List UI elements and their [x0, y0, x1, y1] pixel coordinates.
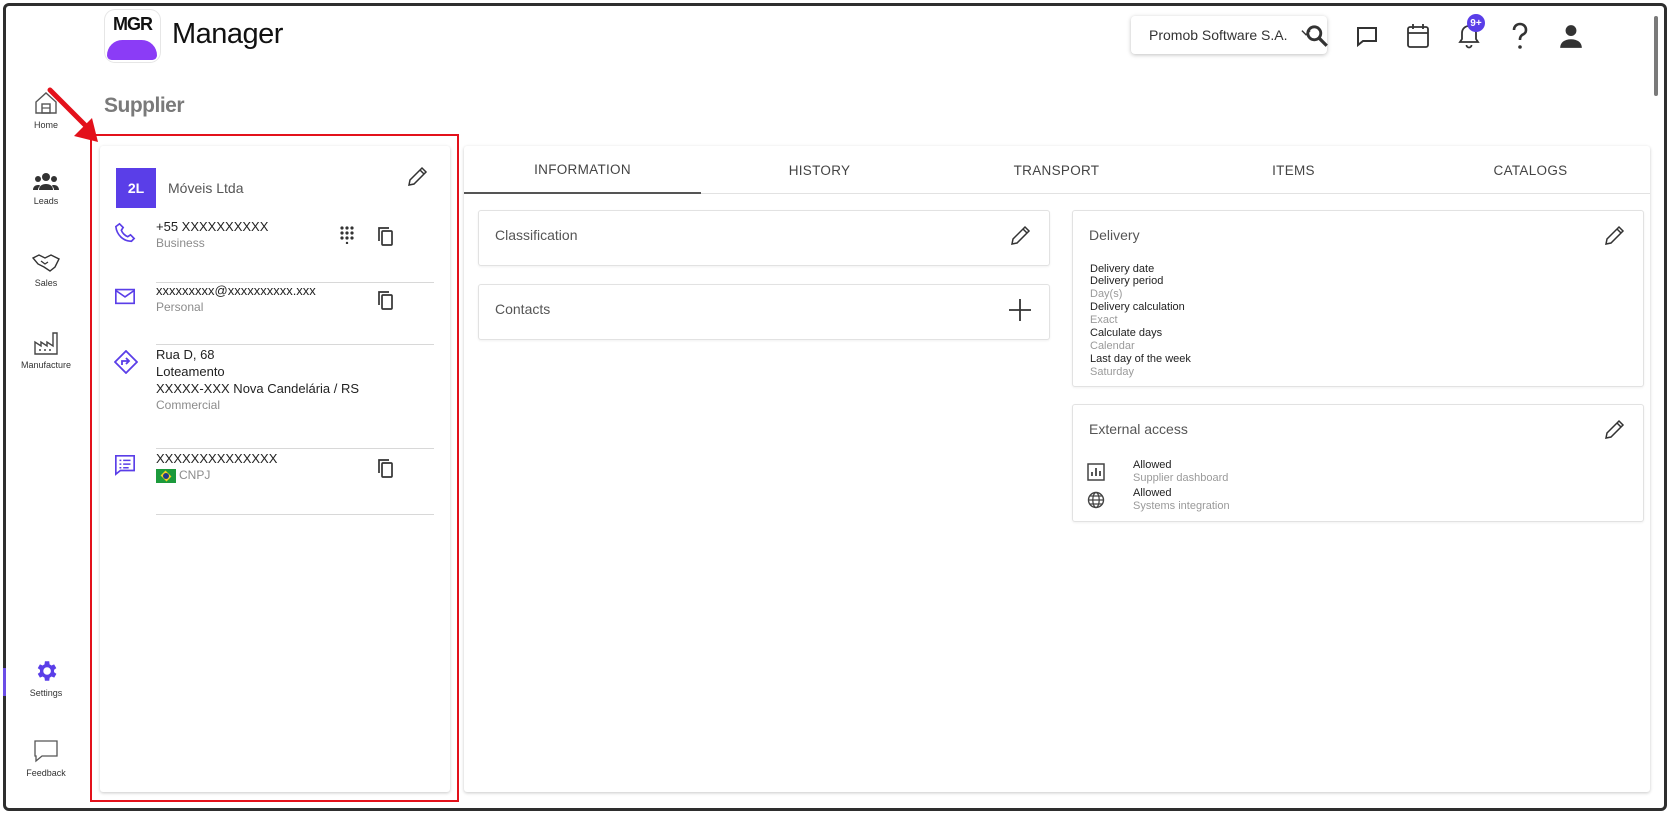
tab-history[interactable]: HISTORY — [701, 146, 938, 194]
field-label: Last day of the week — [1090, 353, 1191, 365]
company-selector[interactable]: Promob Software S.A. — [1131, 16, 1327, 54]
plus-icon — [1009, 299, 1031, 321]
notifications-badge: 9+ — [1467, 14, 1485, 32]
edit-external-access-button[interactable] — [1603, 417, 1627, 446]
access-status: Allowed — [1133, 459, 1172, 471]
handshake-icon — [32, 254, 60, 272]
section-title: Classification — [495, 227, 578, 243]
field-label: Calculate days — [1090, 327, 1163, 339]
sidebar-item-leads[interactable]: Leads — [18, 172, 74, 206]
user-icon — [1560, 25, 1582, 48]
sidebar-item-label: Settings — [29, 688, 63, 698]
access-label: Systems integration — [1133, 500, 1230, 512]
sidebar-item-label: Manufacture — [20, 360, 72, 370]
highlight-box — [90, 134, 459, 802]
tab-catalogs[interactable]: CATALOGS — [1412, 146, 1649, 194]
external-access-row-dashboard: Allowed Supplier dashboard — [1087, 459, 1487, 487]
sidebar-item-label: Sales — [34, 278, 58, 288]
field-value: Calendar — [1090, 340, 1135, 352]
pencil-icon — [1605, 419, 1625, 439]
search-button[interactable] — [1301, 20, 1333, 52]
field-value: Day(s) — [1090, 288, 1123, 300]
access-status: Allowed — [1133, 487, 1172, 499]
field-label: Delivery period — [1090, 275, 1164, 287]
tab-items[interactable]: ITEMS — [1175, 146, 1412, 194]
help-button[interactable] — [1504, 20, 1536, 52]
globe-icon — [1087, 491, 1105, 509]
help-icon — [1512, 22, 1528, 49]
sidebar-active-indicator — [3, 668, 6, 696]
pencil-icon — [1605, 225, 1625, 245]
section-title: Delivery — [1089, 227, 1140, 243]
notifications-button[interactable]: 9+ — [1453, 14, 1485, 52]
field-value: Saturday — [1090, 366, 1135, 378]
calendar-icon — [1407, 24, 1429, 48]
sidebar-item-label: Leads — [33, 196, 59, 206]
contacts-section: Contacts — [478, 284, 1050, 340]
field-value: Exact — [1090, 314, 1118, 326]
delivery-field-last-day: Last day of the week Saturday — [1090, 353, 1191, 379]
tab-bar: INFORMATION HISTORY TRANSPORT ITEMS CATA… — [464, 146, 1650, 194]
messages-button[interactable] — [1351, 20, 1383, 52]
factory-icon — [34, 332, 58, 355]
logo-text: MGR — [113, 14, 153, 34]
tab-information[interactable]: INFORMATION — [464, 146, 701, 194]
edit-classification-button[interactable] — [1009, 223, 1033, 252]
sidebar-item-manufacture[interactable]: Manufacture — [18, 330, 74, 370]
add-contact-button[interactable] — [1007, 297, 1033, 328]
section-title: External access — [1089, 421, 1188, 437]
app-name: Manager — [172, 18, 283, 50]
delivery-section: Delivery Delivery date Delivery period D… — [1072, 210, 1644, 387]
supplier-details-panel: INFORMATION HISTORY TRANSPORT ITEMS CATA… — [464, 146, 1650, 792]
arrow-annotation-icon — [47, 87, 98, 142]
chart-icon — [1087, 463, 1105, 481]
delivery-field-period: Delivery period Day(s) — [1090, 275, 1163, 301]
logo-wave — [107, 40, 157, 60]
tab-transport[interactable]: TRANSPORT — [938, 146, 1175, 194]
delivery-field-calculation: Delivery calculation Exact — [1090, 301, 1185, 327]
calendar-button[interactable] — [1402, 20, 1434, 52]
pencil-icon — [1011, 225, 1031, 245]
account-button[interactable] — [1555, 20, 1587, 52]
sidebar-item-settings[interactable]: Settings — [18, 658, 74, 698]
sidebar-item-label: Feedback — [26, 768, 66, 778]
section-title: Contacts — [495, 301, 551, 317]
sidebar-item-sales[interactable]: Sales — [18, 252, 74, 288]
app-logo[interactable]: MGR — [105, 10, 160, 62]
scrollbar[interactable] — [1654, 16, 1658, 96]
search-icon — [1306, 25, 1328, 47]
chat-icon — [1357, 27, 1377, 48]
company-selector-label: Promob Software S.A. — [1149, 27, 1288, 43]
gear-icon — [37, 661, 57, 681]
edit-delivery-button[interactable] — [1603, 223, 1627, 252]
chat-icon — [34, 740, 58, 763]
people-icon — [33, 173, 59, 190]
sidebar-item-feedback[interactable]: Feedback — [18, 738, 74, 778]
page-title: Supplier — [104, 94, 185, 117]
access-label: Supplier dashboard — [1133, 472, 1229, 484]
external-access-section: External access Allowed Supplier dashboa… — [1072, 404, 1644, 522]
classification-section: Classification — [478, 210, 1050, 266]
field-label: Delivery calculation — [1090, 301, 1185, 313]
external-access-row-integration: Allowed Systems integration — [1087, 487, 1487, 515]
delivery-field-calculate-days: Calculate days Calendar — [1090, 327, 1162, 353]
